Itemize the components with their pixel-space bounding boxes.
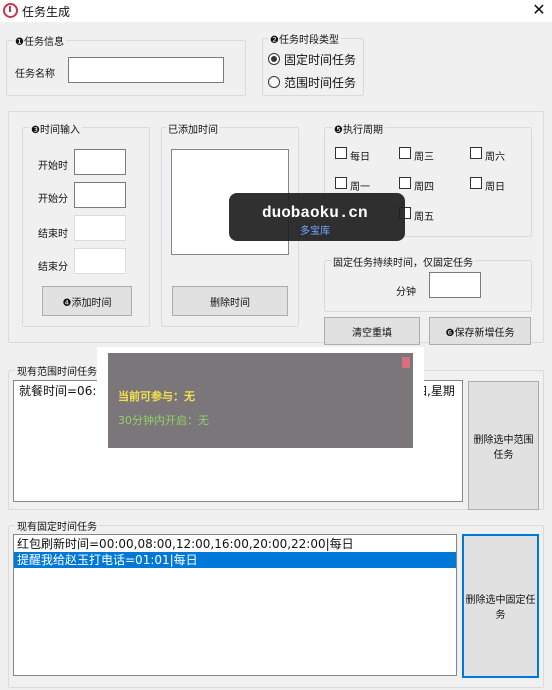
- fixed-duration-group-label: 固定任务持续时间，仅固定任务: [331, 254, 475, 269]
- period-type-group-label: ❷任务时段类型: [268, 31, 341, 46]
- range-tasks-group-label: 现有范围时间任务: [15, 363, 99, 378]
- start-hour-input[interactable]: [74, 149, 126, 175]
- fixed-tasks-group-label: 现有固定时间任务: [15, 518, 99, 533]
- watermark-domain: duobaoku.cn: [262, 204, 368, 222]
- start-hour-label: 开始时: [38, 161, 68, 172]
- day-checkbox-mon[interactable]: [335, 177, 347, 189]
- range-time-radio-label: 范围时间任务: [284, 76, 357, 90]
- day-checkbox-daily[interactable]: [335, 147, 347, 159]
- day-label-wed: 周三: [414, 152, 434, 163]
- start-minute-input[interactable]: [74, 182, 126, 208]
- range-time-radio[interactable]: [268, 76, 280, 88]
- clear-button[interactable]: 清空重填: [324, 317, 420, 345]
- task-info-group-label: ❶任务信息: [13, 33, 66, 48]
- fixed-time-radio[interactable]: [268, 53, 280, 65]
- watermark-subtitle: 多宝库: [300, 226, 330, 237]
- day-label-sun: 周日: [485, 182, 505, 193]
- end-minute-input[interactable]: [74, 248, 126, 274]
- added-time-group-label: 已添加时间: [166, 121, 220, 136]
- popup-upcoming-status: 30分钟内开启：无: [118, 414, 209, 427]
- close-icon[interactable]: ✕: [528, 0, 550, 22]
- delete-fixed-task-button[interactable]: 删除选中固定任务: [462, 534, 539, 678]
- day-checkbox-thu[interactable]: [399, 177, 411, 189]
- app-icon: [3, 3, 18, 18]
- fixed-time-radio-label: 固定时间任务: [284, 53, 357, 67]
- task-name-input[interactable]: [68, 57, 224, 83]
- fixed-task-item[interactable]: 红包刷新时间=00:00,08:00,12:00,16:00,20:00,22:…: [14, 536, 454, 552]
- window-title: 任务生成: [22, 5, 71, 19]
- day-label-sat: 周六: [485, 152, 505, 163]
- end-hour-label: 结束时: [38, 229, 68, 240]
- range-task-item[interactable]: 就餐时间=06:0: [16, 383, 104, 399]
- day-label-fri: 周五: [414, 212, 434, 223]
- delete-range-task-button[interactable]: 删除选中范围任务: [468, 381, 539, 510]
- end-hour-input[interactable]: [74, 215, 126, 241]
- start-minute-label: 开始分: [38, 194, 68, 205]
- fixed-task-item-selected[interactable]: 提醒我给赵玉打电话=01:01|每日: [14, 552, 456, 568]
- day-label-daily: 每日: [350, 152, 370, 163]
- add-time-button[interactable]: ❹添加时间: [42, 286, 132, 316]
- remove-time-button[interactable]: 删除时间: [172, 286, 288, 316]
- day-checkbox-sat[interactable]: [470, 147, 482, 159]
- popup-current-status: 当前可参与：无: [118, 390, 195, 403]
- end-minute-label: 结束分: [38, 262, 68, 273]
- day-label-mon: 周一: [350, 182, 370, 193]
- duration-input[interactable]: [429, 272, 481, 298]
- day-label-thu: 周四: [414, 182, 434, 193]
- save-task-button[interactable]: ❻保存新增任务: [429, 317, 531, 345]
- time-input-group-label: ❸时间输入: [29, 121, 82, 136]
- popup-close-icon[interactable]: [402, 357, 410, 368]
- task-name-label: 任务名称: [15, 69, 55, 80]
- title-bar: [0, 0, 552, 22]
- day-checkbox-sun[interactable]: [470, 177, 482, 189]
- exec-cycle-group-label: ❺执行周期: [332, 121, 385, 136]
- day-checkbox-wed[interactable]: [399, 147, 411, 159]
- duration-unit-label: 分钟: [396, 287, 416, 298]
